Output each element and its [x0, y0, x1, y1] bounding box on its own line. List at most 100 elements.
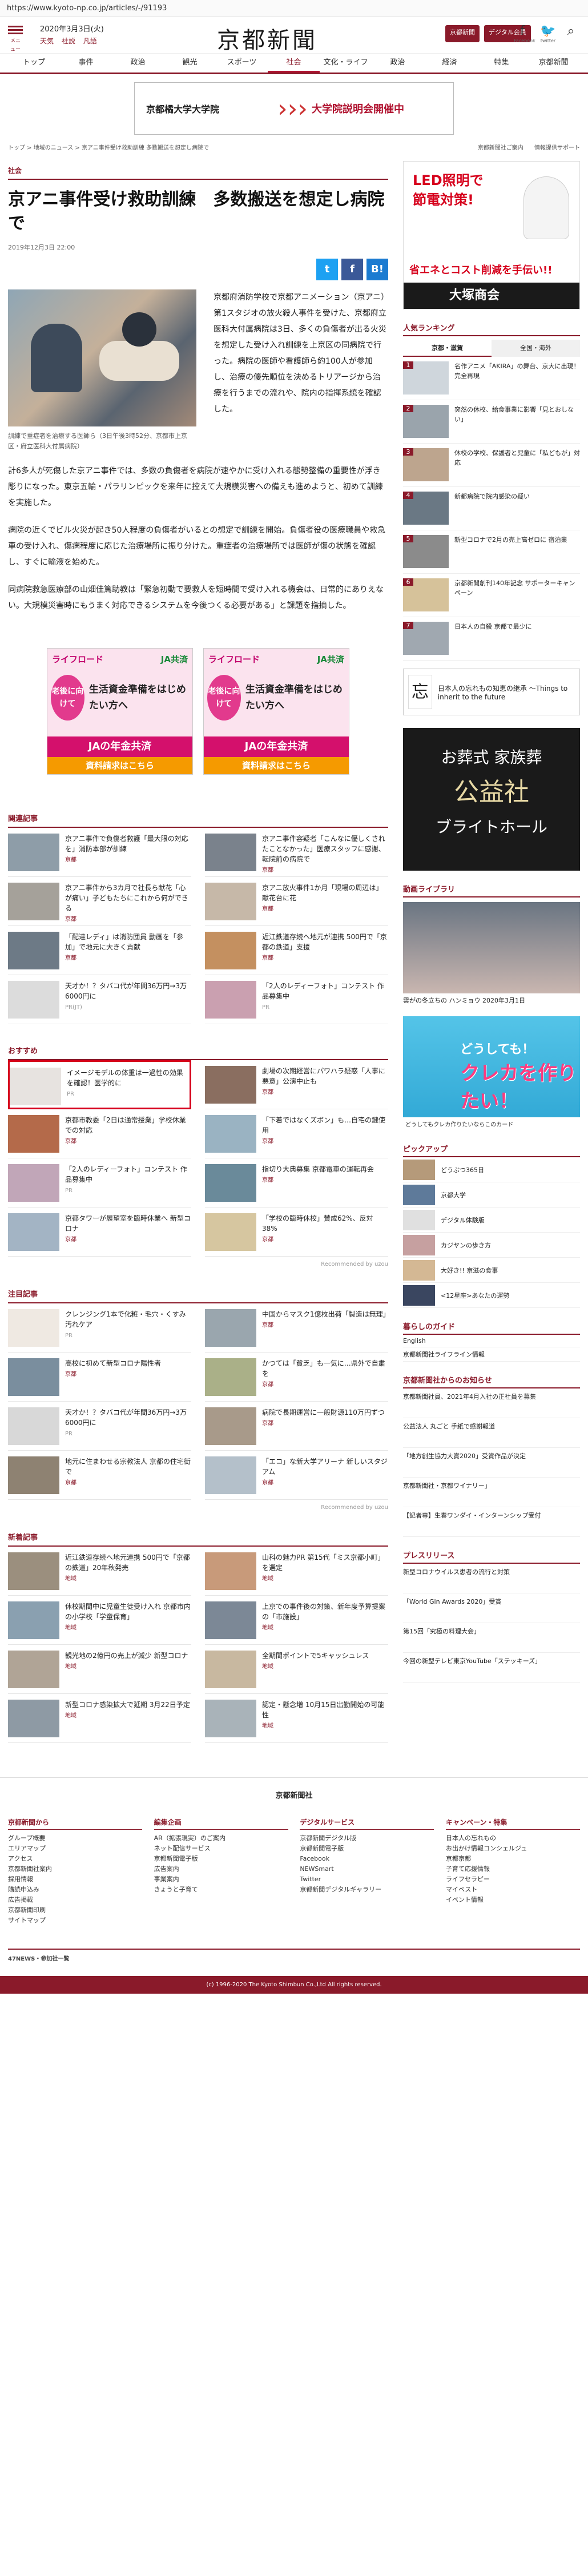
- footer-link[interactable]: 子育て応援情報: [446, 1864, 580, 1874]
- company-info-link[interactable]: 京都新聞社ご案内: [478, 145, 523, 151]
- related-card[interactable]: 天才か！？タバコ代が年間36万円→3万6000円に PR(JT): [8, 975, 191, 1024]
- nav-politics-2[interactable]: 政治: [372, 54, 424, 73]
- member-button[interactable]: 京都新聞: [445, 25, 480, 42]
- footer-link[interactable]: 広告案内: [154, 1864, 288, 1874]
- press-release-item[interactable]: 今回の新型テレビ東京YouTube「ステッキーズ」: [403, 1653, 580, 1683]
- nav-incident[interactable]: 事件: [60, 54, 112, 73]
- footer-link[interactable]: ネット配信サービス: [154, 1844, 288, 1854]
- recommend-card[interactable]: 京都市教委「2日は通常授業」学校休業での対応 京都: [8, 1109, 191, 1158]
- footer-link[interactable]: マイベスト: [446, 1885, 580, 1895]
- pickup-item[interactable]: どうぶつ365日: [403, 1157, 580, 1182]
- tab-national[interactable]: 全国・海外: [492, 340, 580, 357]
- led-ad[interactable]: LED照明で 節電対策! 省エネとコスト削減を手伝い!! 大塚商会: [403, 161, 580, 309]
- new-article-card[interactable]: 上京での事件後の対策、新年度予算提案の「市施設」 地域: [205, 1596, 388, 1645]
- pickup-item[interactable]: カジヤンの歩き方: [403, 1233, 580, 1258]
- ranking-item[interactable]: 4 新都病院で院内感染の疑い: [403, 487, 580, 530]
- pickup-item[interactable]: 大好き!! 京滋の食事: [403, 1258, 580, 1283]
- related-card[interactable]: 京アニ事件で負傷者救護「最大限の対応を」消防本部が訓練 京都: [8, 828, 191, 877]
- tip-support-link[interactable]: 情報提供サポート: [534, 145, 580, 151]
- new-article-card[interactable]: 認定・懸念増 10月15日出勤開始の可能性 地域: [205, 1694, 388, 1743]
- attention-card[interactable]: 中国からマスク1億枚出荷「製造は無理」 京都: [205, 1303, 390, 1353]
- footer-link[interactable]: サイトマップ: [8, 1915, 142, 1926]
- press-release-item[interactable]: 第15回「究極の料理大会」: [403, 1623, 580, 1653]
- footer-link[interactable]: 京都新聞デジタル版: [300, 1833, 434, 1844]
- menu-button[interactable]: メニュー: [8, 24, 23, 53]
- footer-link[interactable]: ライフセラピー: [446, 1874, 580, 1885]
- recommend-card[interactable]: 「学校の臨時休校」賛成62%、反対38% 京都: [205, 1208, 388, 1257]
- search-button[interactable]: ⌕: [562, 24, 579, 38]
- attention-card[interactable]: 病院で長期運営に一般財源110万円ずつ 京都: [205, 1402, 388, 1451]
- footer-link[interactable]: 京都新聞電子版: [154, 1854, 288, 1864]
- twitter-button[interactable]: 🐦 twitter: [539, 24, 557, 43]
- footer-link[interactable]: お出かけ情報コンシェルジュ: [446, 1844, 580, 1854]
- guide-link-lifeline[interactable]: 京都新聞社ライフライン情報: [403, 1347, 580, 1362]
- url-bar[interactable]: https://www.kyoto-np.co.jp/articles/-/91…: [0, 0, 588, 17]
- new-article-card[interactable]: 観光地の2億円の売上が減少 新型コロナ 地域: [8, 1645, 191, 1694]
- heritage-ad[interactable]: 忘日本人の忘れもの知恵の継承 ～Things to inherit to the…: [403, 669, 580, 715]
- ja-ad-cta[interactable]: 資料請求はこちら: [47, 757, 192, 774]
- related-card[interactable]: 近江鉄道存続へ地元が連携 500円で「京都の鉄道」支援 京都: [205, 926, 388, 975]
- footer-link[interactable]: 京都新聞印刷: [8, 1905, 142, 1915]
- attention-card[interactable]: 天才か！？タバコ代が年間36万円→3万6000円に PR: [8, 1402, 191, 1451]
- ranking-item[interactable]: 1 名作アニメ「AKIRA」の舞台、京大に出現！ 完全再現: [403, 357, 580, 400]
- footer-link[interactable]: NEWSmart: [300, 1864, 434, 1874]
- recommend-card[interactable]: 「2人のレディーフォト」コンテスト 作品募集中 PR: [8, 1158, 191, 1208]
- ranking-item[interactable]: 7 日本人の自殺 京都で最少に: [403, 617, 580, 661]
- recommend-card[interactable]: 指切り大典募集 京都電車の運転再会 京都: [205, 1158, 388, 1208]
- related-card[interactable]: 「配達レディ」は消防団員 動画を「参加」で地元に大きく貢献 京都: [8, 926, 191, 975]
- attention-card[interactable]: クレンジング1本で化粧・毛穴・くすみ汚れケア PR: [8, 1303, 191, 1353]
- credit-card-ad[interactable]: どうしても！ クレカを作りたい！ どうしてもクレカ作りたいならこのカード: [403, 1016, 580, 1130]
- attention-card[interactable]: 高校に初めて新型コロナ陽性者 京都: [8, 1353, 191, 1402]
- ranking-item[interactable]: 3 休校の学校、保護者と児童に「私どもが」対応: [403, 444, 580, 487]
- recommend-card[interactable]: 京都タワーが展望室を臨時休業へ 新型コロナ 京都: [8, 1208, 191, 1257]
- editorial-link[interactable]: 社説: [62, 37, 75, 45]
- pickup-item[interactable]: デジタル体験版: [403, 1208, 580, 1233]
- nav-culture[interactable]: 文化・ライフ: [320, 54, 372, 73]
- footer-link[interactable]: 京都新聞デジタルギャラリー: [300, 1885, 434, 1895]
- related-card[interactable]: 京アニ事件容疑者「こんなに優しくされたことなかった」医療スタッフに感謝、転院前の…: [205, 828, 388, 877]
- footer-logo[interactable]: 京都新聞社: [8, 1789, 580, 1800]
- footer-link[interactable]: Twitter: [300, 1874, 434, 1885]
- share-facebook-button[interactable]: f: [341, 259, 363, 280]
- attention-card[interactable]: かつては「貧乏」も一気に…県外で自粛を 京都: [205, 1353, 388, 1402]
- new-article-card[interactable]: 近江鉄道存続へ地元連携 500円で「京都の鉄道」20年秋発売 地域: [8, 1547, 191, 1596]
- company-news-item[interactable]: 京都新聞社員、2021年4月入社の正社員を募集: [403, 1388, 580, 1418]
- funeral-ad[interactable]: お葬式 家族葬 公益社 ブライトホール: [403, 728, 580, 871]
- footer-link[interactable]: エリアマップ: [8, 1844, 142, 1854]
- breadcrumb[interactable]: トップ > 地域のニュース > 京アニ事件受け救助訓練 多数搬送を想定し病院で: [8, 143, 209, 156]
- facebook-button[interactable]: f Facebook: [514, 24, 535, 43]
- footer-link[interactable]: イベント情報: [446, 1895, 580, 1905]
- footer-link[interactable]: 京都新聞社案内: [8, 1864, 142, 1874]
- footer-link[interactable]: 京都京都: [446, 1854, 580, 1864]
- tab-kyoto-shiga[interactable]: 京都・滋賀: [403, 340, 492, 357]
- footer-link[interactable]: 採用情報: [8, 1874, 142, 1885]
- footer-link[interactable]: 京都新聞電子版: [300, 1844, 434, 1854]
- ranking-item[interactable]: 5 新型コロナで2月の売上高ゼロに 宿泊業: [403, 530, 580, 574]
- new-article-card[interactable]: 山科の魅力PR 第15代「ミス京都小町」を選定 地域: [205, 1547, 388, 1596]
- nav-kyoto[interactable]: 京都新聞: [527, 54, 579, 73]
- footer-link[interactable]: 購読申込み: [8, 1885, 142, 1895]
- column-link[interactable]: 凡語: [83, 37, 97, 45]
- ranking-item[interactable]: 6 京都新聞創刊140年記念 サポーターキャンペーン: [403, 574, 580, 617]
- pickup-item[interactable]: 京都大学: [403, 1182, 580, 1208]
- guide-link-english[interactable]: English: [403, 1335, 580, 1347]
- related-card[interactable]: 「2人のレディーフォト」コンテスト 作品募集中 PR: [205, 975, 388, 1024]
- nav-tourism[interactable]: 観光: [164, 54, 216, 73]
- related-card[interactable]: 京アニ事件から3カ月で社長ら献花「心が痛い」子どもたちにこれから何ができる 京都: [8, 877, 191, 926]
- attention-card[interactable]: 地元に住まわせる宗教法人 京都の住宅街で 京都: [8, 1451, 191, 1500]
- company-news-item[interactable]: 「地方創生協力大賞2020」受賞作品が決定: [403, 1448, 580, 1478]
- press-release-item[interactable]: 「World Gin Awards 2020」受賞: [403, 1593, 580, 1623]
- share-twitter-button[interactable]: t: [316, 259, 338, 280]
- article-photo[interactable]: [8, 289, 196, 426]
- footer-link[interactable]: 事業案内: [154, 1874, 288, 1885]
- nav-politics[interactable]: 政治: [112, 54, 164, 73]
- nav-top[interactable]: トップ: [8, 54, 60, 73]
- company-news-item[interactable]: 【記者専】生春ワンダイ・インターンシップ受付: [403, 1507, 580, 1537]
- pickup-item[interactable]: <12星座>あなたの運勢: [403, 1283, 580, 1308]
- video-thumbnail[interactable]: [403, 902, 580, 993]
- attention-card[interactable]: 「エコ」な新大学アリーナ 新しいスタジアム 京都: [205, 1451, 388, 1500]
- new-article-card[interactable]: 新型コロナ感染拡大で延期 3月22日予定 地域: [8, 1694, 191, 1743]
- ja-ad-cta[interactable]: 資料請求はこちら: [204, 757, 349, 774]
- new-article-card[interactable]: 全期間ポイントで5キャッシュレス 地域: [205, 1645, 388, 1694]
- press-release-item[interactable]: 新型コロナウイルス患者の流行と対策: [403, 1564, 580, 1593]
